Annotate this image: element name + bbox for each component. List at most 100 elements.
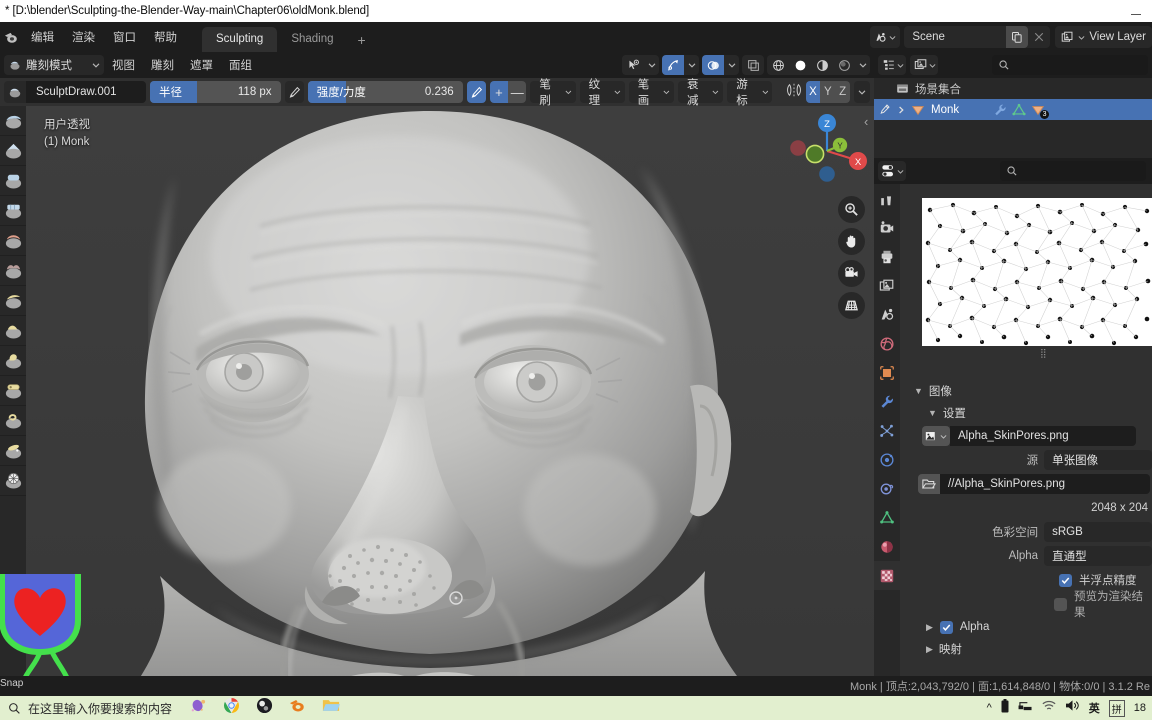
increase-button[interactable]: + <box>489 81 509 103</box>
alpha-mode-dropdown[interactable]: 直通型 <box>1044 546 1152 566</box>
dropdown-stroke[interactable]: 笔画 <box>628 79 674 107</box>
blender-icon[interactable] <box>289 697 306 719</box>
cortana-icon[interactable] <box>190 697 207 719</box>
tab-constraints[interactable] <box>874 474 900 503</box>
viewport-menu-facesets[interactable]: 面组 <box>221 54 260 76</box>
view-layer-selector[interactable]: View Layer <box>1055 26 1152 48</box>
outliner-search-input[interactable] <box>992 55 1148 75</box>
battery-icon[interactable] <box>1001 698 1009 718</box>
menu-help[interactable]: 帮助 <box>145 26 186 48</box>
menu-render[interactable]: 渲染 <box>63 26 104 48</box>
menu-edit[interactable]: 编辑 <box>22 26 63 48</box>
tool-grab-icon[interactable] <box>0 406 26 436</box>
new-scene-icon[interactable] <box>1006 26 1029 48</box>
visibility-dropdown[interactable] <box>644 55 659 75</box>
preview-as-render-checkbox[interactable] <box>1054 597 1067 611</box>
add-workspace-button[interactable]: + <box>348 28 376 52</box>
chevron-up-icon[interactable]: ^ <box>987 702 992 714</box>
tab-texture[interactable] <box>874 561 900 590</box>
blender-logo-icon[interactable] <box>0 22 22 52</box>
tool-clay-strips-icon[interactable] <box>0 196 26 226</box>
brush-name-widget[interactable]: SculptDraw.001 <box>4 81 146 103</box>
overlay-dropdown[interactable] <box>724 55 739 75</box>
properties-editor-type[interactable] <box>878 161 906 181</box>
ime-mode-indicator[interactable]: 拼 <box>1108 699 1125 717</box>
tool-inflate-icon[interactable] <box>0 226 26 256</box>
navigation-gizmo[interactable]: Z X Y <box>786 110 868 192</box>
taskbar-clock[interactable]: 18 <box>1134 702 1146 714</box>
strength-slider[interactable]: 强度/力度 0.236 <box>307 81 463 103</box>
tab-render[interactable] <box>874 213 900 242</box>
scene-selector[interactable]: Scene <box>904 26 1051 48</box>
delete-scene-icon[interactable] <box>1028 26 1050 48</box>
shading-dropdown[interactable] <box>855 55 870 75</box>
panel-resize-grip[interactable]: ⣿ <box>1040 348 1048 359</box>
volume-icon[interactable] <box>1065 699 1080 717</box>
tab-material[interactable] <box>874 532 900 561</box>
tool-pinch-icon[interactable] <box>0 376 26 406</box>
dropdown-cursor[interactable]: 游标 <box>727 79 773 107</box>
open-file-icon[interactable] <box>918 474 940 494</box>
symmetry-icon[interactable] <box>786 82 802 103</box>
show-gizmo-icon[interactable] <box>662 55 684 75</box>
tool-crease-icon[interactable] <box>0 286 26 316</box>
show-overlays-icon[interactable] <box>702 55 724 75</box>
visibility-selectability-icon[interactable] <box>622 55 644 75</box>
properties-search-input[interactable] <box>1000 161 1146 181</box>
filepath-field[interactable]: //Alpha_SkinPores.png <box>940 474 1150 494</box>
image-name-field[interactable]: Alpha_SkinPores.png <box>950 426 1136 446</box>
tab-scene[interactable] <box>874 300 900 329</box>
tool-flatten-icon[interactable] <box>0 346 26 376</box>
ime-language-indicator[interactable]: 英 <box>1089 700 1100 716</box>
tab-tool[interactable] <box>874 184 900 213</box>
tool-draw-sharp-icon[interactable] <box>0 136 26 166</box>
tab-output[interactable] <box>874 242 900 271</box>
tab-particles[interactable] <box>874 416 900 445</box>
material-preview-icon[interactable] <box>811 55 833 75</box>
pan-hand-icon[interactable] <box>838 228 865 255</box>
tool-smooth-icon[interactable] <box>0 316 26 346</box>
tab-object[interactable] <box>874 358 900 387</box>
image-datablock-browse-icon[interactable] <box>922 426 950 446</box>
solid-shading-icon[interactable] <box>789 55 811 75</box>
file-explorer-icon[interactable] <box>322 697 341 719</box>
decrease-button[interactable]: — <box>508 81 527 103</box>
chrome-icon[interactable] <box>223 697 240 719</box>
outliner-row-monk[interactable]: Monk 3 <box>874 99 1152 120</box>
taskbar-search[interactable]: 在这里输入你要搜索的内容 <box>0 700 172 717</box>
sidebar-toggle-icon[interactable]: ‹ <box>864 114 868 129</box>
outliner-display-mode[interactable] <box>878 55 906 75</box>
tab-sculpting[interactable]: Sculpting <box>202 27 278 52</box>
symmetry-z-button[interactable]: Z <box>835 81 850 103</box>
tool-clay-icon[interactable] <box>0 166 26 196</box>
source-dropdown[interactable]: 单张图像 <box>1044 450 1152 470</box>
tool-draw-icon[interactable] <box>0 106 26 136</box>
viewport-menu-mask[interactable]: 遮罩 <box>182 54 221 76</box>
panel-header-image[interactable]: ▼ 图像 <box>900 380 1152 402</box>
menu-window[interactable]: 窗口 <box>104 26 145 48</box>
tab-shading[interactable]: Shading <box>277 27 347 52</box>
symmetry-dropdown[interactable] <box>854 81 870 103</box>
radius-slider[interactable]: 半径 118 px <box>150 81 281 103</box>
wireframe-shading-icon[interactable] <box>767 55 789 75</box>
zoom-icon[interactable] <box>838 196 865 223</box>
dropdown-falloff[interactable]: 衰减 <box>677 79 724 107</box>
mode-selector[interactable]: 雕刻模式 <box>4 55 104 75</box>
outliner-filter-dropdown[interactable] <box>910 55 938 75</box>
3d-viewport[interactable]: 用户透视 (1) Monk <box>0 106 874 676</box>
colorspace-dropdown[interactable]: sRGB <box>1044 522 1152 542</box>
wifi-icon[interactable] <box>1042 699 1056 717</box>
dropdown-texture[interactable]: 纹理 <box>579 79 625 107</box>
tab-world[interactable] <box>874 329 900 358</box>
symmetry-y-button[interactable]: Y <box>820 81 836 103</box>
panel-header-settings[interactable]: ▼ 设置 <box>900 402 1152 424</box>
toggle-ortho-icon[interactable] <box>838 292 865 319</box>
minimize-button[interactable] <box>1120 0 1152 22</box>
tab-physics[interactable] <box>874 445 900 474</box>
toggle-xray-icon[interactable] <box>742 55 764 75</box>
tab-data[interactable] <box>874 503 900 532</box>
rendered-shading-icon[interactable] <box>833 55 855 75</box>
outliner-row-scene-collection[interactable]: 场景集合 <box>874 78 1152 99</box>
symmetry-x-button[interactable]: X <box>805 81 821 103</box>
tab-view-layer[interactable] <box>874 271 900 300</box>
